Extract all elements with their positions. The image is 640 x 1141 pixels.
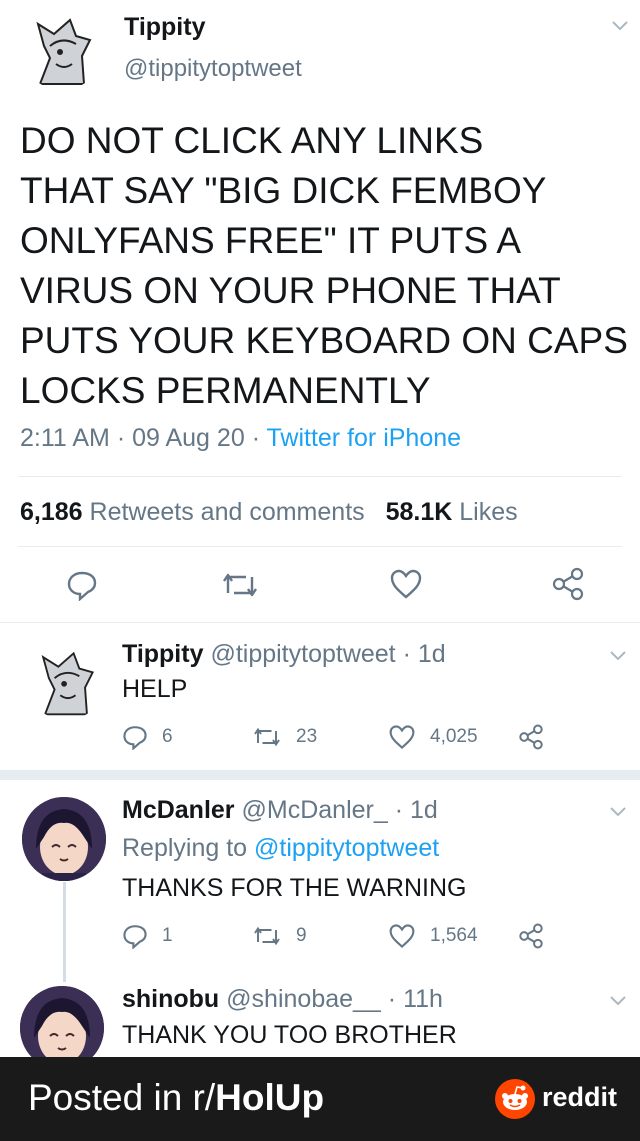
reply-count: 6 (162, 726, 173, 747)
reply-display-name[interactable]: McDanler (122, 796, 235, 824)
retweets-count: 6,186 (20, 498, 83, 526)
share-icon[interactable] (518, 923, 544, 949)
reply-avatar[interactable] (22, 797, 106, 881)
replying-to-link[interactable]: @tippitytoptweet (254, 834, 439, 862)
main-tweet-stats: 6,186 Retweets and comments 58.1K Likes (20, 498, 518, 527)
share-icon[interactable] (551, 567, 585, 601)
share-icon[interactable] (518, 724, 544, 750)
retweet-count: 9 (296, 925, 307, 946)
replying-label: Replying to (122, 834, 248, 862)
tweet-text-line: THAT SAY "BIG DICK FEMBOY (20, 170, 547, 211)
tweet-text-line: VIRUS ON YOUR PHONE THAT (20, 270, 561, 311)
main-tweet-avatar[interactable] (20, 6, 104, 90)
reply-reply-action[interactable]: 6 (122, 724, 173, 751)
likes-label: Likes (459, 498, 518, 526)
retweet-icon (252, 724, 282, 750)
like-icon[interactable] (389, 568, 423, 600)
reddit-logo-icon[interactable] (494, 1078, 536, 1120)
posted-in-label[interactable]: Posted in r/HolUp (28, 1077, 324, 1119)
reply-chevron-down-icon[interactable] (607, 989, 629, 1011)
reply-age: · 11h (387, 985, 443, 1013)
like-count: 1,564 (430, 925, 478, 946)
reply-count: 1 (162, 925, 173, 946)
posted-in-text: Posted in r/ (28, 1077, 216, 1118)
likes-count: 58.1K (385, 498, 453, 526)
reply-icon (122, 923, 148, 950)
main-tweet-meta: 2:11 AM · 09 Aug 20 · Twitter for iPhone (20, 424, 462, 452)
reply-handle[interactable]: @tippitytoptweet (210, 640, 395, 668)
reply-icon[interactable] (66, 569, 98, 602)
reply-handle[interactable]: @shinobae__ (226, 985, 381, 1013)
reply-retweet-action[interactable]: 9 (252, 923, 307, 949)
reply-like-action[interactable]: 4,025 (388, 724, 478, 750)
replying-to: Replying to @tippitytoptweet (122, 834, 439, 863)
tweet-text-line: ONLYFANS FREE" IT PUTS A (20, 220, 522, 261)
reply-avatar[interactable] (26, 640, 106, 720)
main-tweet-chevron-down-icon[interactable] (609, 14, 631, 36)
like-icon (388, 923, 416, 949)
reply-like-action[interactable]: 1,564 (388, 923, 478, 949)
reply-display-name[interactable]: Tippity (122, 640, 203, 668)
tweet-text-line: DO NOT CLICK ANY LINKS (20, 120, 484, 161)
retweets-label: Retweets and comments (89, 498, 365, 526)
tweet-text-line: LOCKS PERMANENTLY (20, 370, 431, 411)
like-count: 4,025 (430, 726, 478, 747)
reply-header: Tippity @tippitytoptweet · 1d (122, 640, 446, 669)
reply-icon (122, 724, 148, 751)
likes-stat[interactable]: 58.1K Likes (386, 498, 518, 526)
retweet-icon[interactable] (220, 569, 260, 601)
tweet-text-line: PUTS YOUR KEYBOARD ON CAPS (20, 320, 628, 361)
retweet-count: 23 (296, 726, 318, 747)
reply-age: · 1d (402, 640, 446, 668)
subreddit-name: HolUp (215, 1077, 325, 1118)
reply-chevron-down-icon[interactable] (607, 800, 629, 822)
reply-text: THANK YOU TOO BROTHER (122, 1021, 457, 1049)
reply-reply-action[interactable]: 1 (122, 923, 173, 950)
reply-header: shinobu @shinobae__ · 11h (122, 985, 443, 1014)
reply-text: HELP (122, 675, 188, 703)
reply-chevron-down-icon[interactable] (607, 644, 629, 666)
reply-handle[interactable]: @McDanler_ (242, 796, 388, 824)
like-icon (388, 724, 416, 750)
reddit-footer: Posted in r/HolUp reddit (0, 1057, 640, 1141)
tweet-time[interactable]: 2:11 AM (20, 424, 110, 452)
tweet-source[interactable]: Twitter for iPhone (267, 424, 462, 452)
reply-header: McDanler @McDanler_ · 1d (122, 796, 438, 825)
reply-display-name[interactable]: shinobu (122, 985, 219, 1013)
retweet-icon (252, 923, 282, 949)
reply-retweet-action[interactable]: 23 (252, 724, 317, 750)
reddit-brand-text: reddit (542, 1082, 618, 1112)
main-tweet-handle[interactable]: @tippitytoptweet (124, 55, 302, 83)
main-tweet-display-name[interactable]: Tippity (124, 13, 205, 42)
tweet-date[interactable]: 09 Aug 20 (132, 424, 245, 452)
reply-age: · 1d (394, 796, 438, 824)
main-tweet-text: DO NOT CLICK ANY LINKS THAT SAY "BIG DIC… (20, 116, 628, 416)
reply-text: THANKS FOR THE WARNING (122, 874, 467, 902)
retweets-stat[interactable]: 6,186 Retweets and comments (20, 498, 372, 526)
